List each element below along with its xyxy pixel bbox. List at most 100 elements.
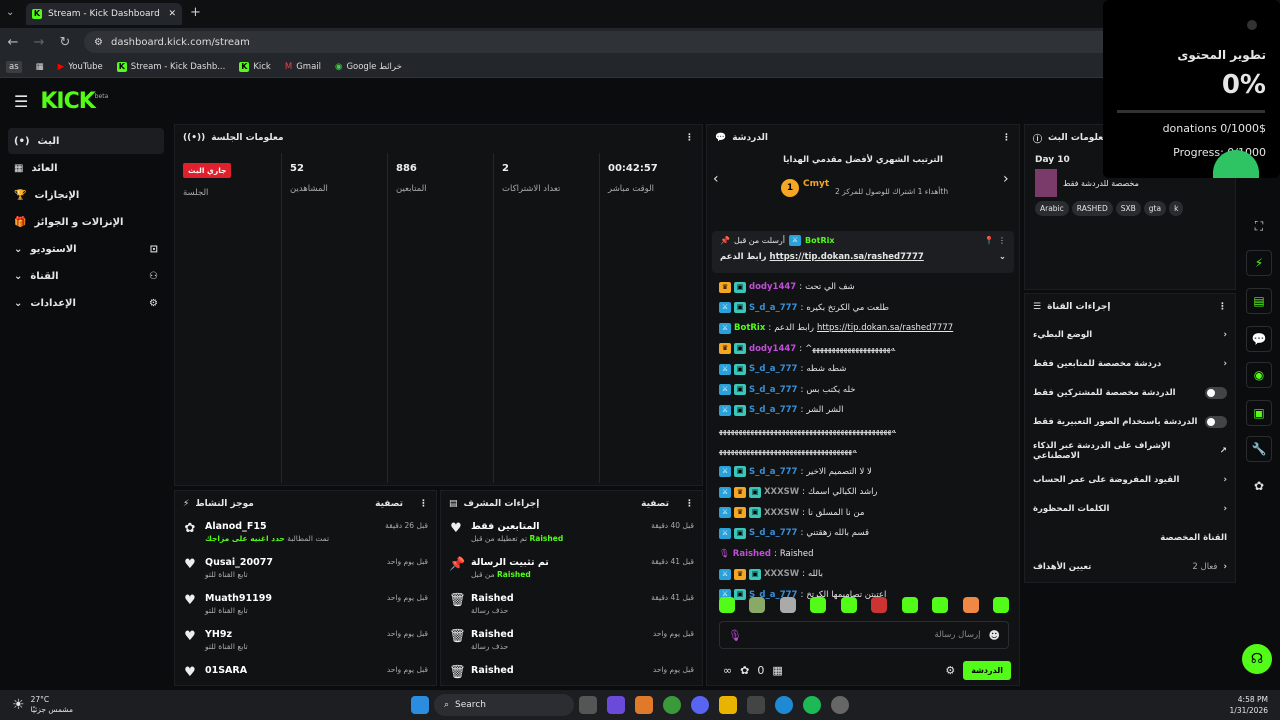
filter-button[interactable]: تصفية bbox=[375, 499, 403, 509]
sidebar-item-settings[interactable]: ⌄ الإعدادات ⚙ bbox=[8, 290, 164, 316]
sidebar-item-channel[interactable]: ⌄ القناة ⚇ bbox=[8, 263, 164, 289]
filter-button[interactable]: تصفية bbox=[641, 499, 669, 509]
more-menu-icon[interactable]: ⋮ bbox=[1002, 133, 1011, 143]
unpin-icon[interactable]: 📍 bbox=[984, 236, 994, 245]
more-menu-icon[interactable]: ⋮ bbox=[419, 499, 428, 509]
windows-start-icon[interactable] bbox=[411, 696, 429, 714]
apps-grid-icon[interactable]: ▦ bbox=[36, 62, 44, 72]
mic-icon[interactable]: 🎙 bbox=[728, 629, 742, 642]
obs-icon[interactable] bbox=[831, 696, 849, 714]
bookmark-kick[interactable]: K Kick bbox=[239, 61, 271, 72]
taskbar-search[interactable]: ⌕ Search bbox=[434, 694, 574, 716]
chevron-right-icon[interactable]: › bbox=[1003, 171, 1009, 187]
forward-icon[interactable]: → bbox=[26, 35, 52, 50]
pinned-message[interactable]: 📌 أرسلت من قبل ⚔ BotRix 📍 ⋮ رابط الدعم h… bbox=[712, 231, 1014, 273]
bookmark-stream[interactable]: K Stream - Kick Dashb... bbox=[116, 61, 225, 72]
task-view-icon[interactable] bbox=[579, 696, 597, 714]
site-info-icon[interactable]: ⚙ bbox=[94, 37, 103, 48]
send-chat-button[interactable]: الدردشة bbox=[963, 660, 1011, 680]
back-icon[interactable]: ← bbox=[0, 35, 26, 50]
chat-icon[interactable]: 💬 bbox=[1246, 326, 1272, 352]
chrome-icon[interactable] bbox=[663, 696, 681, 714]
chat-username[interactable]: Raished bbox=[733, 549, 771, 559]
bookmark-maps[interactable]: ◉ Google خرائط bbox=[335, 62, 402, 72]
browser-tab[interactable]: K Stream - Kick Dashboard ✕ bbox=[26, 3, 182, 25]
profile-badge[interactable]: as bbox=[6, 60, 22, 73]
chat-link[interactable]: https://tip.dokan.sa/rashed7777 bbox=[817, 323, 953, 333]
chat-username[interactable]: S_d_a_777 bbox=[749, 364, 797, 374]
store-icon[interactable]: ▦ bbox=[772, 664, 782, 677]
bookmark-youtube[interactable]: ▶ YouTube bbox=[58, 62, 103, 72]
more-menu-icon[interactable]: ⋮ bbox=[998, 236, 1006, 245]
fullscreen-icon[interactable]: ⛶ bbox=[1246, 214, 1272, 240]
weather-widget[interactable]: ☀ 27°C مشمس جزئيًا bbox=[12, 695, 132, 715]
emote-icon[interactable] bbox=[719, 597, 735, 613]
edge-icon[interactable] bbox=[775, 696, 793, 714]
kick-logo[interactable]: KICK bbox=[40, 89, 95, 114]
lightning-icon[interactable]: ⚡ bbox=[1246, 250, 1272, 276]
followers-only-item[interactable]: دردشة مخصصة للمتابعين فقط › bbox=[1025, 349, 1235, 378]
close-tab-icon[interactable]: ✕ bbox=[168, 9, 176, 19]
spotify-icon[interactable] bbox=[803, 696, 821, 714]
chat-username[interactable]: S_d_a_777 bbox=[749, 303, 797, 313]
chevron-down-icon[interactable]: ⌄ bbox=[999, 252, 1006, 262]
store-icon[interactable] bbox=[747, 696, 765, 714]
emote-icon[interactable] bbox=[962, 597, 979, 613]
ai-moderation-item[interactable]: الإشراف على الدردشة عبر الذكاء الاصطناعي… bbox=[1025, 436, 1235, 465]
bookmark-gmail[interactable]: M Gmail bbox=[285, 62, 321, 72]
chat-username[interactable]: dody1447 bbox=[749, 282, 796, 292]
set-goals-item[interactable]: تعيين الأهداف فعال 2 › bbox=[1025, 552, 1235, 581]
new-tab-icon[interactable]: + bbox=[190, 5, 201, 20]
infinity-icon[interactable]: ∞ bbox=[723, 664, 732, 677]
banned-words-item[interactable]: الكلمات المحظورة › bbox=[1025, 494, 1235, 523]
more-menu-icon[interactable]: ⋮ bbox=[685, 133, 694, 143]
tab-menu-icon[interactable]: ⌄ bbox=[6, 7, 14, 18]
sidebar-item-stream[interactable]: (•) البث bbox=[8, 128, 164, 154]
chat-username[interactable]: S_d_a_777 bbox=[749, 405, 797, 415]
broadcast-icon[interactable]: ◉ bbox=[1246, 362, 1272, 388]
sidebar-item-drops[interactable]: 🎁 الإنزالات و الجوائز bbox=[8, 209, 164, 235]
url-field[interactable]: ⚙ dashboard.kick.com/stream bbox=[84, 31, 1164, 53]
copilot-icon[interactable] bbox=[607, 696, 625, 714]
gear-icon[interactable]: ⚙ bbox=[945, 664, 955, 677]
wrench-icon[interactable]: 🔧 bbox=[1246, 436, 1272, 462]
subscribers-only-toggle[interactable] bbox=[1205, 386, 1227, 399]
chat-username[interactable]: XXXSW bbox=[764, 569, 799, 579]
more-menu-icon[interactable]: ⋮ bbox=[1218, 302, 1227, 312]
hamburger-menu-icon[interactable]: ☰ bbox=[14, 92, 28, 111]
chat-username[interactable]: S_d_a_777 bbox=[749, 385, 797, 395]
support-icon[interactable]: ☊ bbox=[1242, 644, 1272, 674]
notes-icon[interactable]: ▤ bbox=[1246, 288, 1272, 314]
clock[interactable]: 4:58 PM 1/31/2026 bbox=[1230, 694, 1268, 716]
emote-icon[interactable] bbox=[992, 597, 1009, 613]
pinned-link[interactable]: https://tip.dokan.sa/rashed7777 bbox=[770, 252, 924, 262]
chat-username[interactable]: BotRix bbox=[734, 323, 765, 333]
sidebar-item-revenue[interactable]: ▦ العائد bbox=[8, 155, 164, 181]
chat-username[interactable]: S_d_a_777 bbox=[749, 467, 797, 477]
file-explorer-icon[interactable] bbox=[719, 696, 737, 714]
chat-username[interactable]: XXXSW bbox=[764, 508, 799, 518]
chat-username[interactable]: S_d_a_777 bbox=[749, 528, 797, 538]
emote-icon[interactable] bbox=[871, 597, 888, 613]
chat-username[interactable]: XXXSW bbox=[764, 487, 799, 497]
emote-only-toggle[interactable] bbox=[1205, 415, 1227, 428]
app-icon[interactable] bbox=[635, 696, 653, 714]
drops-icon[interactable]: ✿ bbox=[1246, 474, 1272, 500]
points-icon[interactable]: ✿ bbox=[740, 664, 749, 677]
sidebar-item-achievements[interactable]: 🏆 الإنجازات bbox=[8, 182, 164, 208]
slow-mode-item[interactable]: الوضع البطيء › bbox=[1025, 320, 1235, 349]
sidebar-item-studio[interactable]: ⌄ الاستوديو ⊡ bbox=[8, 236, 164, 262]
emoji-icon[interactable]: ☻ bbox=[989, 629, 1000, 642]
emote-icon[interactable] bbox=[779, 597, 796, 613]
reload-icon[interactable]: ↻ bbox=[52, 35, 78, 50]
emote-icon[interactable] bbox=[840, 597, 857, 613]
chat-username[interactable]: dody1447 bbox=[749, 344, 796, 354]
layout-icon[interactable]: ▣ bbox=[1246, 400, 1272, 426]
emote-icon[interactable] bbox=[810, 597, 827, 613]
emote-icon[interactable] bbox=[932, 597, 949, 613]
discord-icon[interactable] bbox=[691, 696, 709, 714]
emote-icon[interactable] bbox=[749, 597, 766, 613]
chevron-left-icon[interactable]: ‹ bbox=[713, 171, 719, 187]
chat-input[interactable]: 🎙 إرسال رسالة ☻ bbox=[719, 621, 1009, 649]
more-menu-icon[interactable]: ⋮ bbox=[685, 499, 694, 509]
